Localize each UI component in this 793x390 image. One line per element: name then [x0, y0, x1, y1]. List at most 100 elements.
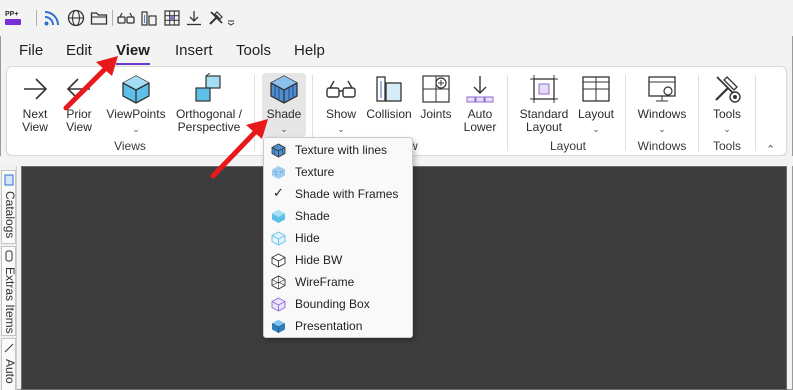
- orthogonal-perspective-button[interactable]: Orthogonal / Perspective: [170, 72, 248, 134]
- arrow-right-icon: [19, 73, 51, 105]
- window-gear-icon: [646, 73, 678, 105]
- hide-bw-cube-icon: [271, 253, 286, 268]
- grid-icon[interactable]: [163, 9, 181, 27]
- dock-tab-catalogs-label: Catalogs: [3, 191, 17, 239]
- shade-option-texture-with-lines[interactable]: Texture with lines: [264, 139, 412, 161]
- catalog-icon: [4, 174, 14, 186]
- shade-option-label: WireFrame: [295, 275, 355, 289]
- buildings-icon[interactable]: [140, 9, 158, 27]
- collision-icon: [373, 73, 405, 105]
- group-label-layout: Layout: [549, 139, 587, 153]
- standard-layout-label-1: Standard: [519, 107, 569, 121]
- auto-lower-button[interactable]: Auto Lower: [459, 73, 501, 134]
- next-view-label-1: Next: [22, 107, 48, 121]
- ortho-label-2: Perspective: [177, 120, 241, 134]
- prior-view-label-1: Prior: [66, 107, 92, 121]
- customize-icon[interactable]: [226, 9, 236, 27]
- group-label-tools: Tools: [712, 139, 741, 153]
- shade-option-shade[interactable]: Shade: [264, 205, 412, 227]
- joints-icon: [420, 73, 452, 105]
- dock-tab-catalogs[interactable]: Catalogs: [1, 170, 17, 244]
- qat-separator: [112, 10, 113, 26]
- next-view-button[interactable]: Next View: [15, 73, 55, 134]
- standard-layout-button[interactable]: Standard Layout: [515, 73, 573, 134]
- auto-lower-label-2: Lower: [463, 120, 497, 134]
- chevron-down-icon: ⌄: [132, 124, 140, 134]
- dock-tab-extras-items[interactable]: Extras Items: [1, 246, 17, 336]
- collision-label: Collision: [366, 107, 412, 121]
- vr-glasses-icon[interactable]: [117, 9, 135, 27]
- group-separator: [254, 75, 255, 151]
- next-view-label-2: View: [22, 120, 48, 134]
- shade-option-wireframe[interactable]: WireFrame: [264, 271, 412, 293]
- chevron-down-icon: ⌄: [337, 124, 345, 134]
- download-icon[interactable]: [185, 9, 203, 27]
- menu-edit[interactable]: Edit: [66, 42, 92, 64]
- globe-icon[interactable]: [67, 9, 85, 27]
- menu-insert[interactable]: Insert: [175, 42, 213, 64]
- left-dock: Catalogs Extras Items Auto: [0, 166, 17, 390]
- menu-tools[interactable]: Tools: [236, 42, 271, 64]
- ribbon-collapse-icon[interactable]: ⌃: [766, 143, 775, 156]
- group-separator: [625, 75, 626, 151]
- viewpoints-button[interactable]: ViewPoints ⌄: [103, 73, 169, 136]
- wireframe-cube-icon: [271, 275, 286, 290]
- menu-view[interactable]: View: [116, 42, 150, 65]
- glasses-icon: [325, 73, 357, 105]
- shade-dropdown-menu: Texture with lines Texture ✓ Shade with …: [263, 137, 413, 338]
- tools-label: Tools: [712, 107, 741, 121]
- standard-layout-label-2: Layout: [525, 120, 563, 134]
- group-label-views: Views: [114, 139, 146, 153]
- chevron-down-icon: ⌄: [658, 124, 666, 134]
- tools-gear-icon: [711, 73, 743, 105]
- menu-file[interactable]: File: [19, 42, 43, 64]
- shade-option-label: Texture: [295, 165, 335, 179]
- group-separator: [507, 75, 508, 151]
- prior-view-label-2: View: [66, 120, 92, 134]
- folder-icon[interactable]: [90, 9, 108, 27]
- shade-button[interactable]: Shade ⌄: [262, 73, 306, 137]
- texture-lines-cube-icon: [271, 143, 286, 158]
- chevron-down-icon: ⌄: [723, 124, 731, 134]
- group-separator: [755, 75, 756, 151]
- auto-icon: [4, 343, 14, 353]
- group-label-windows: Windows: [637, 139, 687, 153]
- windows-button[interactable]: Windows ⌄: [634, 73, 690, 136]
- collision-button[interactable]: Collision: [364, 73, 414, 121]
- prior-view-button[interactable]: Prior View: [59, 73, 99, 134]
- quick-access-toolbar: PP+: [0, 0, 793, 36]
- shade-option-presentation[interactable]: Presentation: [264, 315, 412, 337]
- group-separator: [698, 75, 699, 151]
- shade-option-hide[interactable]: Hide: [264, 227, 412, 249]
- chevron-down-icon: ⌄: [592, 124, 600, 134]
- layout-icon: [580, 73, 612, 105]
- menu-help[interactable]: Help: [294, 42, 325, 64]
- ortho-label-1: Orthogonal /: [175, 107, 243, 121]
- shade-option-bounding-box[interactable]: Bounding Box: [264, 293, 412, 315]
- layout-button[interactable]: Layout ⌄: [575, 73, 617, 136]
- app-logo: PP+: [5, 10, 23, 26]
- tools-button[interactable]: Tools ⌄: [705, 73, 749, 136]
- dock-tab-auto-label: Auto: [3, 359, 17, 384]
- perspective-cubes-icon: [193, 72, 225, 105]
- rss-icon[interactable]: [43, 9, 61, 27]
- shade-label: Shade: [266, 107, 302, 121]
- qat-separator: [36, 10, 37, 26]
- standard-layout-icon: [528, 73, 560, 105]
- tools-icon[interactable]: [207, 9, 225, 27]
- arrow-left-icon: [63, 73, 95, 105]
- shade-option-texture[interactable]: Texture: [264, 161, 412, 183]
- extras-icon: [5, 250, 13, 262]
- shade-option-label: Bounding Box: [295, 297, 370, 311]
- shade-option-label: Hide: [295, 231, 320, 245]
- dock-tab-auto[interactable]: Auto: [1, 338, 17, 390]
- checkmark-icon: ✓: [273, 185, 284, 200]
- joints-button[interactable]: Joints: [417, 73, 455, 121]
- chevron-down-icon: ⌄: [280, 124, 288, 134]
- shade-option-shade-with-frames[interactable]: ✓ Shade with Frames: [264, 183, 412, 205]
- show-button[interactable]: Show ⌄: [319, 73, 363, 136]
- shade-option-hide-bw[interactable]: Hide BW: [264, 249, 412, 271]
- presentation-cube-icon: [271, 319, 286, 334]
- hide-cube-icon: [271, 231, 286, 246]
- dock-tab-extras-label: Extras Items: [3, 267, 17, 334]
